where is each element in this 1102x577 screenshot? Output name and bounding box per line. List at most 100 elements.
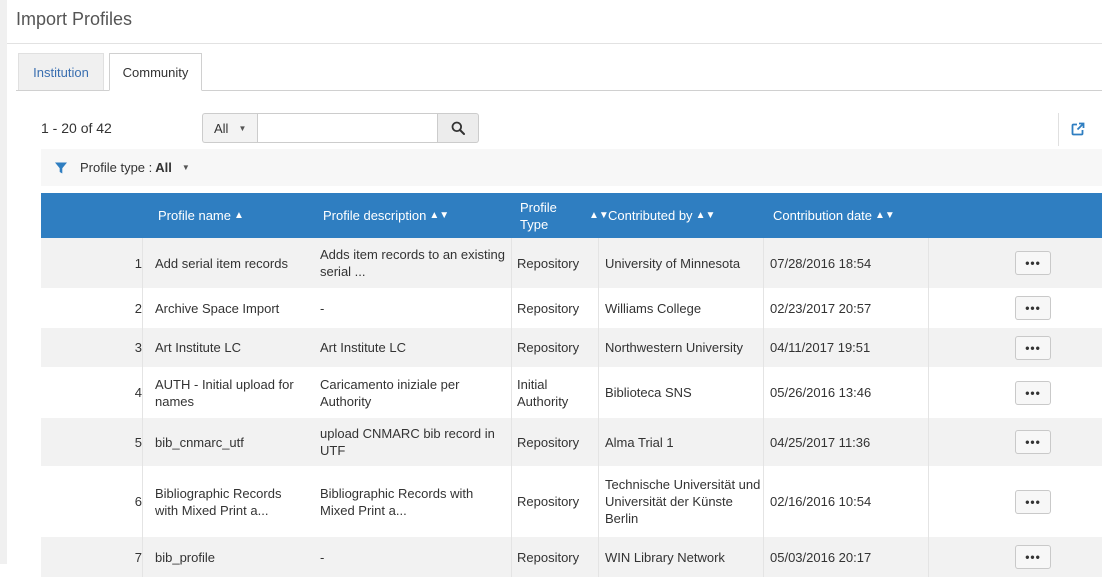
row-actions-button[interactable]: ••• — [1015, 251, 1051, 275]
cell-profile-name[interactable]: Art Institute LC — [155, 328, 307, 367]
column-header-contributed-by[interactable]: Contributed by ▲▼ — [608, 193, 715, 238]
caret-down-icon[interactable]: ▼ — [182, 163, 190, 172]
search-input[interactable] — [257, 113, 438, 143]
table-row[interactable]: 3 Art Institute LC Art Institute LC Reposit… — [41, 328, 1102, 367]
column-header-profile-description[interactable]: Profile description ▲▼ — [323, 193, 449, 238]
row-number: 1 — [134, 255, 142, 271]
table-row[interactable]: 5 bib_cnmarc_utf upload CNMARC bib record … — [41, 418, 1102, 466]
column-divider — [598, 537, 599, 577]
row-actions-button[interactable]: ••• — [1015, 545, 1051, 569]
cell-contribution-date: 05/26/2016 13:46 — [770, 385, 872, 400]
cell-contribution-date: 07/28/2016 18:54 — [770, 255, 872, 271]
sort-icon: ▲▼ — [875, 210, 895, 221]
cell-contribution-date: 04/25/2017 11:36 — [770, 434, 871, 450]
row-actions-button[interactable]: ••• — [1015, 336, 1051, 360]
cell-profile-type: Repository — [517, 255, 580, 271]
column-header-profile-type[interactable]: Profile Type — [520, 193, 574, 238]
column-divider — [142, 466, 143, 537]
column-divider — [763, 288, 764, 328]
results-count: 1 - 20 of 42 — [41, 120, 112, 136]
cell-contributed-by: Alma Trial 1 — [605, 434, 674, 450]
cell-profile-name[interactable]: AUTH - Initial upload for names — [155, 367, 307, 418]
sort-icon[interactable]: ▲▼ — [589, 193, 609, 238]
column-header-profile-name[interactable]: Profile name ▲ — [158, 193, 244, 238]
cell-profile-type: Repository — [517, 549, 580, 565]
row-actions-button[interactable]: ••• — [1015, 296, 1051, 320]
column-divider — [511, 367, 512, 418]
column-divider — [142, 367, 143, 418]
more-icon: ••• — [1025, 495, 1041, 509]
column-divider — [511, 537, 512, 577]
more-icon: ••• — [1025, 550, 1041, 564]
table-header: Profile name ▲ Profile description ▲▼ Pr… — [41, 193, 1102, 238]
filter-value[interactable]: All — [155, 160, 172, 175]
column-divider — [142, 328, 143, 367]
sort-icon: ▲▼ — [429, 210, 450, 221]
cell-profile-type: Repository — [517, 340, 580, 355]
cell-profile-name[interactable]: bib_cnmarc_utf — [155, 418, 307, 466]
column-divider — [598, 367, 599, 418]
export-icon[interactable] — [1071, 122, 1085, 136]
search-scope-dropdown[interactable]: All ▼ — [202, 113, 257, 143]
row-actions-button[interactable]: ••• — [1015, 490, 1051, 514]
column-divider — [598, 466, 599, 537]
table-row[interactable]: 6 Bibliographic Records with Mixed Print … — [41, 466, 1102, 537]
row-number: 2 — [134, 300, 142, 316]
column-divider — [598, 288, 599, 328]
cell-profile-name[interactable]: Archive Space Import — [155, 288, 307, 328]
column-divider — [763, 466, 764, 537]
column-divider — [142, 288, 143, 328]
row-number: 3 — [134, 340, 142, 355]
column-divider — [142, 238, 143, 288]
cell-profile-description: - — [320, 549, 325, 565]
row-actions-button[interactable]: ••• — [1015, 430, 1051, 454]
row-number: 7 — [134, 549, 142, 565]
tab-community[interactable]: Community — [109, 53, 202, 91]
toolbar-divider — [1058, 113, 1059, 146]
cell-contributed-by: Biblioteca SNS — [605, 385, 692, 400]
sort-asc-icon: ▲ — [233, 210, 244, 221]
filter-icon — [55, 162, 67, 173]
search-button[interactable] — [438, 113, 479, 143]
more-icon: ••• — [1025, 341, 1041, 355]
column-divider — [598, 238, 599, 288]
column-divider — [598, 418, 599, 466]
more-icon: ••• — [1025, 256, 1041, 270]
column-divider — [598, 328, 599, 367]
table-row[interactable]: 2 Archive Space Import - Repository Williams… — [41, 288, 1102, 328]
column-divider — [763, 537, 764, 577]
title-divider — [7, 43, 1102, 44]
cell-profile-description: Art Institute LC — [320, 340, 406, 355]
more-icon: ••• — [1025, 386, 1041, 400]
column-divider — [763, 328, 764, 367]
cell-profile-type: Repository — [517, 300, 580, 316]
column-divider — [511, 418, 512, 466]
cell-profile-type: Repository — [517, 494, 580, 509]
sort-icon: ▲▼ — [695, 210, 716, 221]
cell-profile-name[interactable]: Add serial item records — [155, 238, 307, 288]
column-divider — [511, 288, 512, 328]
cell-contribution-date: 05/03/2016 20:17 — [770, 549, 872, 565]
cell-profile-description: Adds item records to an existing serial … — [320, 247, 505, 279]
table-row[interactable]: 7 bib_profile - Repository WIN Library Netwo… — [41, 537, 1102, 577]
cell-profile-type: Repository — [517, 434, 580, 450]
cell-profile-name[interactable]: bib_profile — [155, 537, 307, 577]
row-actions-button[interactable]: ••• — [1015, 381, 1051, 405]
cell-profile-description: Caricamento iniziale per Authority — [320, 376, 460, 409]
column-header-contribution-date[interactable]: Contribution date ▲▼ — [773, 193, 895, 238]
tab-institution[interactable]: Institution — [18, 53, 104, 90]
table-row[interactable]: 1 Add serial item records Adds item record… — [41, 238, 1102, 288]
cell-contributed-by: Northwestern University — [605, 340, 743, 355]
caret-down-icon: ▼ — [238, 123, 247, 133]
cell-profile-name[interactable]: Bibliographic Records with Mixed Print a… — [155, 466, 307, 537]
table-row[interactable]: 4 AUTH - Initial upload for names Caricame… — [41, 367, 1102, 418]
cell-profile-description: Bibliographic Records with Mixed Print a… — [320, 485, 474, 518]
cell-contribution-date: 02/23/2017 20:57 — [770, 300, 872, 316]
column-divider — [763, 367, 764, 418]
search-bar: All ▼ — [202, 113, 479, 143]
left-strip — [0, 0, 7, 564]
column-divider — [763, 238, 764, 288]
row-number: 4 — [134, 385, 142, 400]
column-divider — [511, 466, 512, 537]
column-divider — [763, 418, 764, 466]
